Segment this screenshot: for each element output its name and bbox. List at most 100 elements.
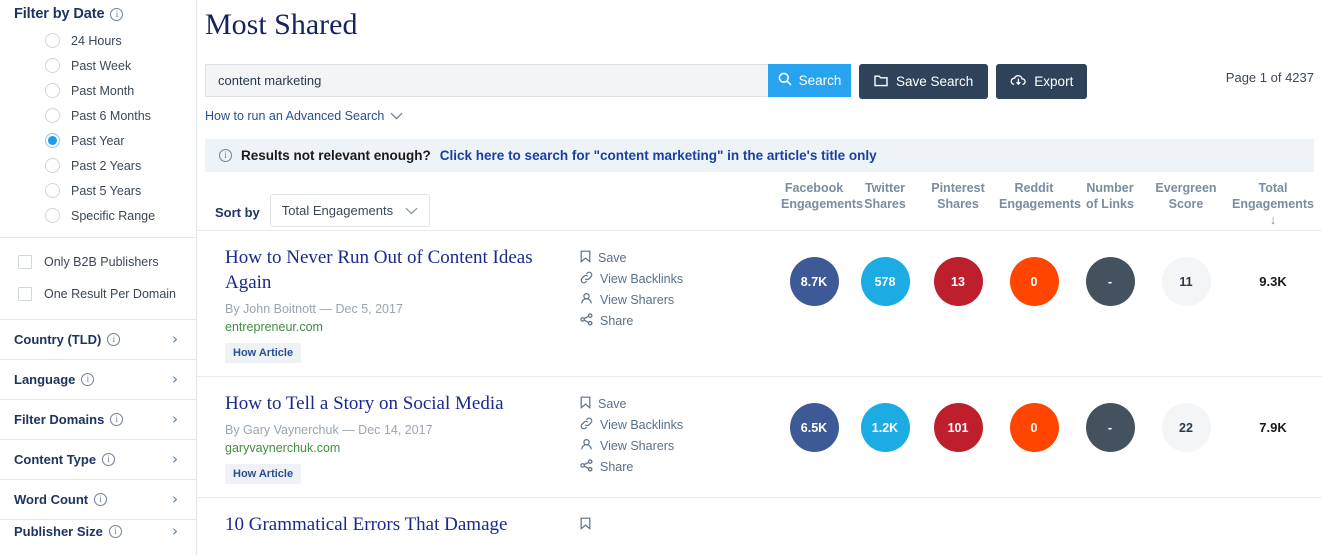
info-icon[interactable]: i <box>94 493 108 506</box>
accordion-filter-domains[interactable]: Filter Domains i › <box>0 399 196 439</box>
view-sharers-action[interactable]: View Sharers <box>580 435 695 456</box>
save-action[interactable]: Save <box>580 393 695 414</box>
checkbox-one-result-per-domain[interactable]: One Result Per Domain <box>0 278 196 310</box>
result-domain[interactable]: entrepreneur.com <box>225 316 580 334</box>
save-action[interactable]: Save <box>580 247 695 268</box>
column-headers: Facebook Engagements Twitter Shares Pint… <box>778 180 1322 228</box>
accordion-publisher-size[interactable]: Publisher Size i › <box>0 519 196 543</box>
chevron-right-icon[interactable]: › <box>172 492 178 507</box>
checkbox-icon[interactable] <box>18 287 32 301</box>
info-icon[interactable]: i <box>107 333 121 346</box>
share-action[interactable]: Share <box>580 310 695 331</box>
search-button[interactable]: Search <box>768 64 851 97</box>
view-backlinks-label: View Backlinks <box>600 417 684 432</box>
title-only-search-link[interactable]: Click here to search for "content market… <box>440 148 877 163</box>
date-option-label: 24 Hours <box>71 33 122 48</box>
view-backlinks-action[interactable]: View Backlinks <box>580 268 695 289</box>
radio-icon[interactable] <box>45 33 60 48</box>
view-sharers-action[interactable]: View Sharers <box>580 289 695 310</box>
radio-icon[interactable] <box>45 108 60 123</box>
accordion-language[interactable]: Language i › <box>0 359 196 399</box>
date-option-past-week[interactable]: Past Week <box>0 53 196 78</box>
chevron-right-icon[interactable]: › <box>172 372 178 387</box>
date-option-24-hours[interactable]: 24 Hours <box>0 28 196 53</box>
checkbox-icon[interactable] <box>18 255 32 269</box>
radio-icon[interactable] <box>45 183 60 198</box>
radio-icon[interactable] <box>45 58 60 73</box>
view-sharers-label: View Sharers <box>600 438 675 453</box>
date-option-specific-range[interactable]: Specific Range <box>0 203 196 228</box>
radio-icon[interactable] <box>45 83 60 98</box>
result-domain[interactable]: garyvaynerchuk.com <box>225 437 580 455</box>
metric-twitter-shares: 1.2K <box>860 403 910 452</box>
column-header-evergreen-score[interactable]: Evergreen Score <box>1148 180 1224 228</box>
result-info: How to Tell a Story on Social Media By G… <box>205 391 580 484</box>
date-option-past-6-months[interactable]: Past 6 Months <box>0 103 196 128</box>
sort-desc-arrow-icon[interactable]: ↓ <box>1227 212 1319 228</box>
result-info: 10 Grammatical Errors That Damage <box>205 512 580 537</box>
chevron-right-icon[interactable]: › <box>172 524 178 539</box>
table-row: How to Tell a Story on Social Media By G… <box>197 376 1322 497</box>
notice-text: Results not relevant enough? <box>241 148 431 163</box>
info-icon[interactable]: i <box>110 7 124 21</box>
column-header-twitter-shares[interactable]: Twitter Shares <box>850 180 920 228</box>
result-content-type-tag: How Article <box>225 464 302 484</box>
view-backlinks-action[interactable]: View Backlinks <box>580 414 695 435</box>
metric-number-of-links: - <box>1085 257 1135 306</box>
chevron-down-icon[interactable] <box>405 203 418 218</box>
page-count: Page 1 of 4237 <box>1225 70 1314 85</box>
metric-pinterest-shares: 13 <box>933 257 983 306</box>
filter-by-date-label: Filter by Date <box>14 6 105 22</box>
chevron-down-icon[interactable] <box>390 109 403 123</box>
column-header-reddit-engagements[interactable]: Reddit Engagements <box>996 180 1081 228</box>
result-title[interactable]: How to Tell a Story on Social Media <box>225 391 580 416</box>
export-button[interactable]: Export <box>996 64 1088 99</box>
metric-evergreen-score: 11 <box>1161 257 1211 306</box>
save-action-label: Save <box>598 396 627 411</box>
radio-icon[interactable] <box>45 208 60 223</box>
date-option-past-month[interactable]: Past Month <box>0 78 196 103</box>
share-icon <box>580 458 593 475</box>
radio-icon[interactable] <box>45 158 60 173</box>
sort-by-label: Sort by <box>215 205 260 220</box>
date-option-past-year[interactable]: Past Year <box>0 128 196 153</box>
meta-separator: — <box>319 302 333 316</box>
chevron-right-icon[interactable]: › <box>172 412 178 427</box>
search-input[interactable] <box>205 64 768 97</box>
info-icon[interactable]: i <box>108 525 122 538</box>
accordion-content-type[interactable]: Content Type i › <box>0 439 196 479</box>
radio-icon-selected[interactable] <box>45 133 60 148</box>
person-icon <box>580 438 593 454</box>
info-icon[interactable]: i <box>81 373 95 386</box>
advanced-search-toggle[interactable]: How to run an Advanced Search <box>197 99 403 123</box>
column-header-pinterest-shares[interactable]: Pinterest Shares <box>920 180 996 228</box>
column-header-total-engagements[interactable]: Total Engagements ↓ <box>1224 180 1322 228</box>
date-option-label: Specific Range <box>71 208 156 223</box>
info-icon[interactable]: i <box>102 453 116 466</box>
result-author: By Gary Vaynerchuk <box>225 423 339 437</box>
chevron-right-icon[interactable]: › <box>172 452 178 467</box>
result-info: How to Never Run Out of Content Ideas Ag… <box>205 245 580 363</box>
date-option-past-2-years[interactable]: Past 2 Years <box>0 153 196 178</box>
checkbox-only-b2b-publishers[interactable]: Only B2B Publishers <box>0 246 196 278</box>
column-header-number-of-links[interactable]: Number of Links <box>1072 180 1148 228</box>
share-action-label: Share <box>600 313 634 328</box>
column-header-facebook-engagements[interactable]: Facebook Engagements <box>778 180 863 228</box>
folder-icon <box>874 74 889 90</box>
result-title[interactable]: 10 Grammatical Errors That Damage <box>225 512 580 537</box>
accordion-word-count[interactable]: Word Count i › <box>0 479 196 519</box>
metric-reddit-engagements: 0 <box>1009 403 1059 452</box>
share-icon <box>580 312 593 329</box>
accordion-country-tld[interactable]: Country (TLD) i › <box>0 319 196 359</box>
info-icon[interactable]: i <box>110 413 124 426</box>
date-option-past-5-years[interactable]: Past 5 Years <box>0 178 196 203</box>
metric-evergreen-score: 22 <box>1161 403 1211 452</box>
result-title[interactable]: How to Never Run Out of Content Ideas Ag… <box>225 245 580 295</box>
sort-select[interactable]: Total Engagements <box>269 194 431 227</box>
share-action[interactable]: Share <box>580 456 695 477</box>
save-search-button[interactable]: Save Search <box>859 64 989 99</box>
chevron-right-icon[interactable]: › <box>172 332 178 347</box>
date-option-label: Past Week <box>71 58 132 73</box>
save-action[interactable] <box>580 514 695 535</box>
metric-total-engagements: 7.9K <box>1259 420 1287 435</box>
